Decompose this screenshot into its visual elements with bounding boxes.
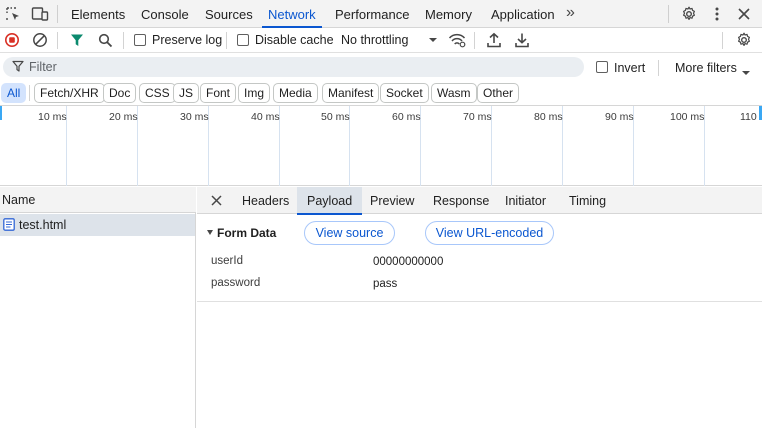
tab-response[interactable]: Response	[433, 187, 489, 214]
network-toolbar: Preserve log Disable cache No throttling	[0, 28, 762, 53]
tab-application[interactable]: Application	[491, 0, 555, 28]
view-source-button[interactable]: View source	[304, 221, 395, 245]
tab-initiator[interactable]: Initiator	[505, 187, 546, 214]
timeline-tick: 110	[740, 111, 757, 123]
invert-checkbox[interactable]	[596, 61, 608, 73]
tab-performance[interactable]: Performance	[335, 0, 409, 28]
form-data-title: Form Data	[217, 226, 277, 240]
timeline-tick: 20 ms	[109, 111, 138, 123]
network-conditions-icon[interactable]	[447, 30, 467, 50]
request-name: test.html	[19, 218, 67, 232]
inspect-element-icon[interactable]	[3, 4, 23, 24]
invert-label: Invert	[614, 61, 646, 75]
form-field-value: pass	[373, 278, 398, 290]
network-settings-gear-icon[interactable]	[734, 30, 754, 50]
timeline-tick: 10 ms	[38, 111, 67, 123]
preserve-log-checkbox[interactable]	[134, 34, 146, 46]
type-chip-img[interactable]: Img	[238, 83, 271, 103]
more-tabs-icon[interactable]: »	[566, 0, 575, 28]
form-field-key: password	[211, 277, 261, 289]
tab-preview[interactable]: Preview	[370, 187, 414, 214]
type-chip-manifest[interactable]: Manifest	[322, 83, 380, 103]
view-url-encoded-button[interactable]: View URL-encoded	[425, 221, 554, 245]
type-chip-font[interactable]: Font	[200, 83, 237, 103]
settings-gear-icon[interactable]	[679, 4, 699, 24]
timeline-tick: 70 ms	[463, 111, 492, 123]
details-tab-bar: Headers Payload Preview Response Initiat…	[197, 187, 762, 215]
type-chip-doc[interactable]: Doc	[103, 83, 137, 103]
filter-placeholder: Filter	[29, 60, 57, 74]
timeline-tick: 40 ms	[251, 111, 280, 123]
type-chip-wasm[interactable]: Wasm	[431, 83, 477, 103]
request-list: Name test.html	[0, 187, 196, 428]
type-chip-media[interactable]: Media	[273, 83, 318, 103]
type-chip-other[interactable]: Other	[477, 83, 520, 103]
filter-row: Filter Invert More filters	[0, 53, 762, 81]
export-har-download-icon[interactable]	[512, 30, 532, 50]
disable-cache-checkbox[interactable]	[237, 34, 249, 46]
name-column-label: Name	[2, 193, 36, 207]
import-har-upload-icon[interactable]	[484, 30, 504, 50]
timeline-overview[interactable]: 10 ms 20 ms 30 ms 40 ms 50 ms 60 ms 70 m…	[0, 105, 762, 186]
tab-network[interactable]: Network	[262, 0, 322, 28]
tab-console[interactable]: Console	[141, 0, 189, 28]
clear-icon[interactable]	[30, 30, 50, 50]
preserve-log-label: Preserve log	[152, 33, 223, 47]
filter-funnel-icon[interactable]	[67, 30, 87, 50]
form-data-section: Form Data View source View URL-encoded u…	[197, 214, 762, 302]
type-chip-all[interactable]: All	[1, 83, 27, 103]
more-filters-chevron-icon[interactable]	[741, 65, 751, 79]
timeline-tick: 100 ms	[670, 111, 705, 123]
request-row[interactable]: test.html	[0, 214, 195, 236]
filter-input[interactable]: Filter	[3, 57, 584, 77]
stop-recording-icon[interactable]	[2, 30, 22, 50]
devtools-tab-bar: Elements Console Sources Network Perform…	[0, 0, 762, 28]
overview-left-handle[interactable]	[0, 106, 2, 120]
search-icon[interactable]	[95, 30, 115, 50]
tab-timing[interactable]: Timing	[569, 187, 606, 214]
disable-cache-label: Disable cache	[255, 33, 334, 47]
type-chip-socket[interactable]: Socket	[380, 83, 429, 103]
type-chip-js[interactable]: JS	[173, 83, 200, 103]
resource-type-filters: All Fetch/XHR Doc CSS JS Font Img Media …	[0, 81, 762, 105]
timeline-tick: 60 ms	[392, 111, 421, 123]
document-icon	[3, 218, 15, 234]
type-chip-css[interactable]: CSS	[139, 83, 176, 103]
form-data-toggle[interactable]: Form Data	[207, 226, 276, 240]
more-options-icon[interactable]	[707, 4, 727, 24]
tab-headers[interactable]: Headers	[242, 187, 289, 214]
filter-funnel-icon	[12, 60, 24, 75]
type-chip-fetch-xhr[interactable]: Fetch/XHR	[34, 83, 105, 103]
form-field-key: userId	[211, 255, 243, 267]
close-details-icon[interactable]	[207, 191, 225, 209]
triangle-down-icon	[207, 230, 213, 235]
device-toolbar-icon[interactable]	[30, 4, 50, 24]
tab-elements[interactable]: Elements	[71, 0, 125, 28]
form-field-value: 00000000000	[373, 256, 444, 268]
more-filters-dropdown[interactable]: More filters	[675, 61, 737, 75]
chevron-down-icon[interactable]	[423, 30, 443, 50]
close-devtools-icon[interactable]	[734, 4, 754, 24]
timeline-tick: 50 ms	[321, 111, 350, 123]
tab-memory[interactable]: Memory	[425, 0, 472, 28]
request-details: Headers Payload Preview Response Initiat…	[197, 187, 762, 428]
tab-payload[interactable]: Payload	[297, 187, 363, 215]
name-column-header[interactable]: Name	[0, 187, 196, 213]
tab-sources[interactable]: Sources	[205, 0, 253, 28]
throttling-select[interactable]: No throttling	[341, 33, 408, 47]
timeline-tick: 90 ms	[605, 111, 634, 123]
timeline-tick: 30 ms	[180, 111, 209, 123]
timeline-tick: 80 ms	[534, 111, 563, 123]
